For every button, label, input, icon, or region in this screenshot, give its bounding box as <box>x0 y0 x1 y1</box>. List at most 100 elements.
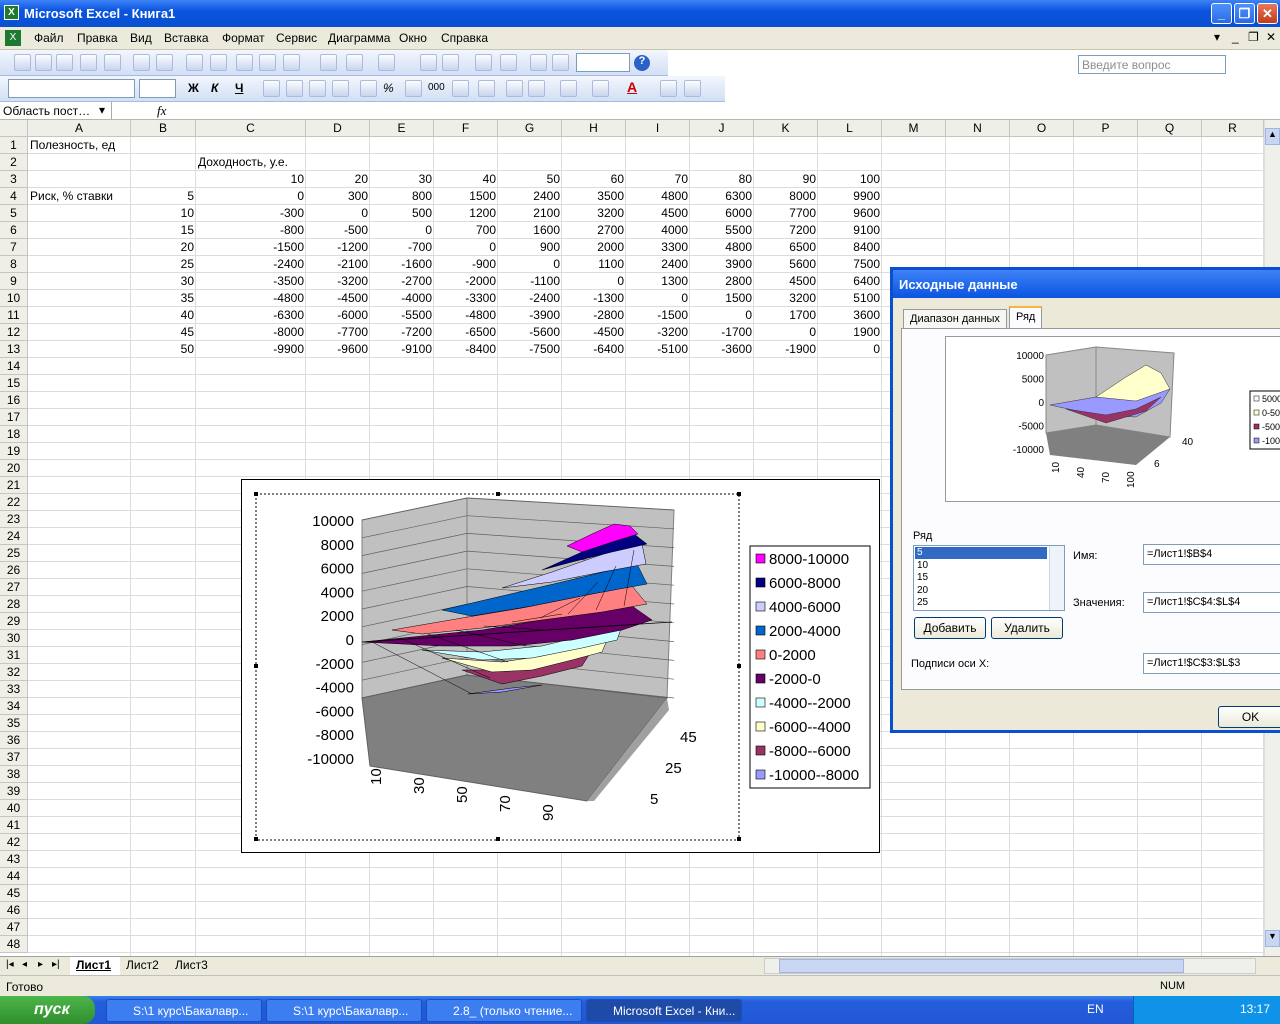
tab-sheet1[interactable]: Лист1 <box>70 957 120 975</box>
cell-value[interactable]: -2100 <box>308 256 368 273</box>
row-header[interactable]: 2 <box>0 154 28 171</box>
row-header[interactable]: 12 <box>0 324 28 341</box>
cell-header-3[interactable]: 40 <box>436 171 496 188</box>
cell-risk-3[interactable]: 20 <box>133 239 194 256</box>
cell-header-7[interactable]: 80 <box>692 171 752 188</box>
row-header[interactable]: 1 <box>0 137 28 154</box>
cell-value[interactable]: 2000 <box>564 239 624 256</box>
toolbar-icon-12[interactable] <box>320 54 337 71</box>
scroll-down-icon[interactable]: ▼ <box>1265 930 1280 947</box>
cell-value[interactable]: 8400 <box>820 239 880 256</box>
column-header-Q[interactable]: Q <box>1138 120 1202 137</box>
column-header-P[interactable]: P <box>1074 120 1138 137</box>
formula-input[interactable] <box>170 102 1280 119</box>
cell-value[interactable]: -4800 <box>436 307 496 324</box>
row-header[interactable]: 42 <box>0 834 28 851</box>
cell-value[interactable]: 1600 <box>500 222 560 239</box>
toolbar-icon-11[interactable] <box>283 54 300 71</box>
cell-value[interactable]: -3900 <box>500 307 560 324</box>
cell-value[interactable]: -3200 <box>628 324 688 341</box>
thousands-icon[interactable]: 000 <box>428 82 445 93</box>
format-icon-0[interactable] <box>263 80 280 97</box>
cell-value[interactable]: 2400 <box>628 256 688 273</box>
row-header[interactable]: 4 <box>0 188 28 205</box>
cell-value[interactable]: -3300 <box>436 290 496 307</box>
cell-value[interactable]: 800 <box>372 188 432 205</box>
cell-risk-4[interactable]: 25 <box>133 256 194 273</box>
zoom-combo[interactable] <box>576 53 630 72</box>
cell-value[interactable]: -800 <box>198 222 304 239</box>
select-all-corner[interactable] <box>0 120 28 137</box>
cell-value[interactable]: -6300 <box>198 307 304 324</box>
row-header[interactable]: 47 <box>0 919 28 936</box>
cell-value[interactable]: 1200 <box>436 205 496 222</box>
toolbar-icon-1[interactable] <box>35 54 52 71</box>
row-header[interactable]: 19 <box>0 443 28 460</box>
row-header[interactable]: 20 <box>0 460 28 477</box>
cell-value[interactable]: -300 <box>198 205 304 222</box>
cell-value[interactable]: 9100 <box>820 222 880 239</box>
row-header[interactable]: 34 <box>0 698 28 715</box>
row-header[interactable]: 35 <box>0 715 28 732</box>
cell-risk-1[interactable]: 10 <box>133 205 194 222</box>
format-icon-3[interactable] <box>332 80 349 97</box>
cell-value[interactable]: 0 <box>564 273 624 290</box>
cell-value[interactable]: 0 <box>756 324 816 341</box>
row-header[interactable]: 18 <box>0 426 28 443</box>
cell-value[interactable]: 0 <box>198 188 304 205</box>
cell-value[interactable]: -4500 <box>308 290 368 307</box>
cell-risk-6[interactable]: 35 <box>133 290 194 307</box>
toolbar-icon-20[interactable] <box>552 54 569 71</box>
close-button[interactable]: ✕ <box>1257 3 1278 24</box>
series-list-scrollbar[interactable] <box>1049 546 1064 610</box>
toolbar-icon-18[interactable] <box>500 54 517 71</box>
tab-data-range[interactable]: Диапазон данных <box>903 309 1007 329</box>
toolbar-icon-13[interactable] <box>346 54 363 71</box>
column-header-E[interactable]: E <box>370 120 434 137</box>
cell-value[interactable]: -1700 <box>692 324 752 341</box>
row-header[interactable]: 27 <box>0 579 28 596</box>
row-header[interactable]: 30 <box>0 630 28 647</box>
cell-value[interactable]: 6400 <box>820 273 880 290</box>
cell-value[interactable]: 1700 <box>756 307 816 324</box>
menu-item-6[interactable]: Диаграмма <box>328 31 390 45</box>
series-list-item[interactable]: 25 <box>915 597 1047 609</box>
toolbar-icon-3[interactable] <box>80 54 97 71</box>
cell-value[interactable]: 4000 <box>628 222 688 239</box>
cell-value[interactable]: 4500 <box>628 205 688 222</box>
bold-icon[interactable]: Ж <box>188 81 199 95</box>
format-icon-9[interactable] <box>528 80 545 97</box>
column-header-L[interactable]: L <box>818 120 882 137</box>
cell-value[interactable]: -900 <box>436 256 496 273</box>
doc-close-button[interactable]: ✕ <box>1266 30 1276 44</box>
name-field[interactable]: =Лист1!$B$4 <box>1143 544 1280 565</box>
cell-value[interactable]: 5100 <box>820 290 880 307</box>
cell-risk-9[interactable]: 50 <box>133 341 194 358</box>
column-header-F[interactable]: F <box>434 120 498 137</box>
first-sheet-icon[interactable]: |◂ <box>6 959 14 970</box>
cell-value[interactable]: 4800 <box>628 188 688 205</box>
cell-value[interactable]: 700 <box>436 222 496 239</box>
cell-value[interactable]: -2000 <box>436 273 496 290</box>
cell-value[interactable]: -4800 <box>198 290 304 307</box>
maximize-button[interactable]: ❐ <box>1234 3 1255 24</box>
font-name-combo[interactable] <box>8 79 135 98</box>
cell-value[interactable]: 0 <box>436 239 496 256</box>
format-icon-13[interactable] <box>684 80 701 97</box>
cell-value[interactable]: 0 <box>500 256 560 273</box>
column-header-C[interactable]: C <box>196 120 306 137</box>
format-icon-11[interactable] <box>592 80 609 97</box>
row-header[interactable]: 31 <box>0 647 28 664</box>
cell-value[interactable]: 3200 <box>756 290 816 307</box>
row-header[interactable]: 32 <box>0 664 28 681</box>
cell-value[interactable]: -2700 <box>372 273 432 290</box>
format-icon-2[interactable] <box>309 80 326 97</box>
minimize-button[interactable]: _ <box>1211 3 1232 24</box>
cell-value[interactable]: -7500 <box>500 341 560 358</box>
toolbar-icon-5[interactable] <box>133 54 150 71</box>
next-sheet-icon[interactable]: ▸ <box>38 959 43 970</box>
task-word[interactable]: 2.8_ (только чтение... <box>426 999 582 1022</box>
cell-value[interactable]: -8000 <box>198 324 304 341</box>
start-button[interactable]: пуск <box>0 996 95 1024</box>
horizontal-scrollbar[interactable] <box>764 958 1256 974</box>
